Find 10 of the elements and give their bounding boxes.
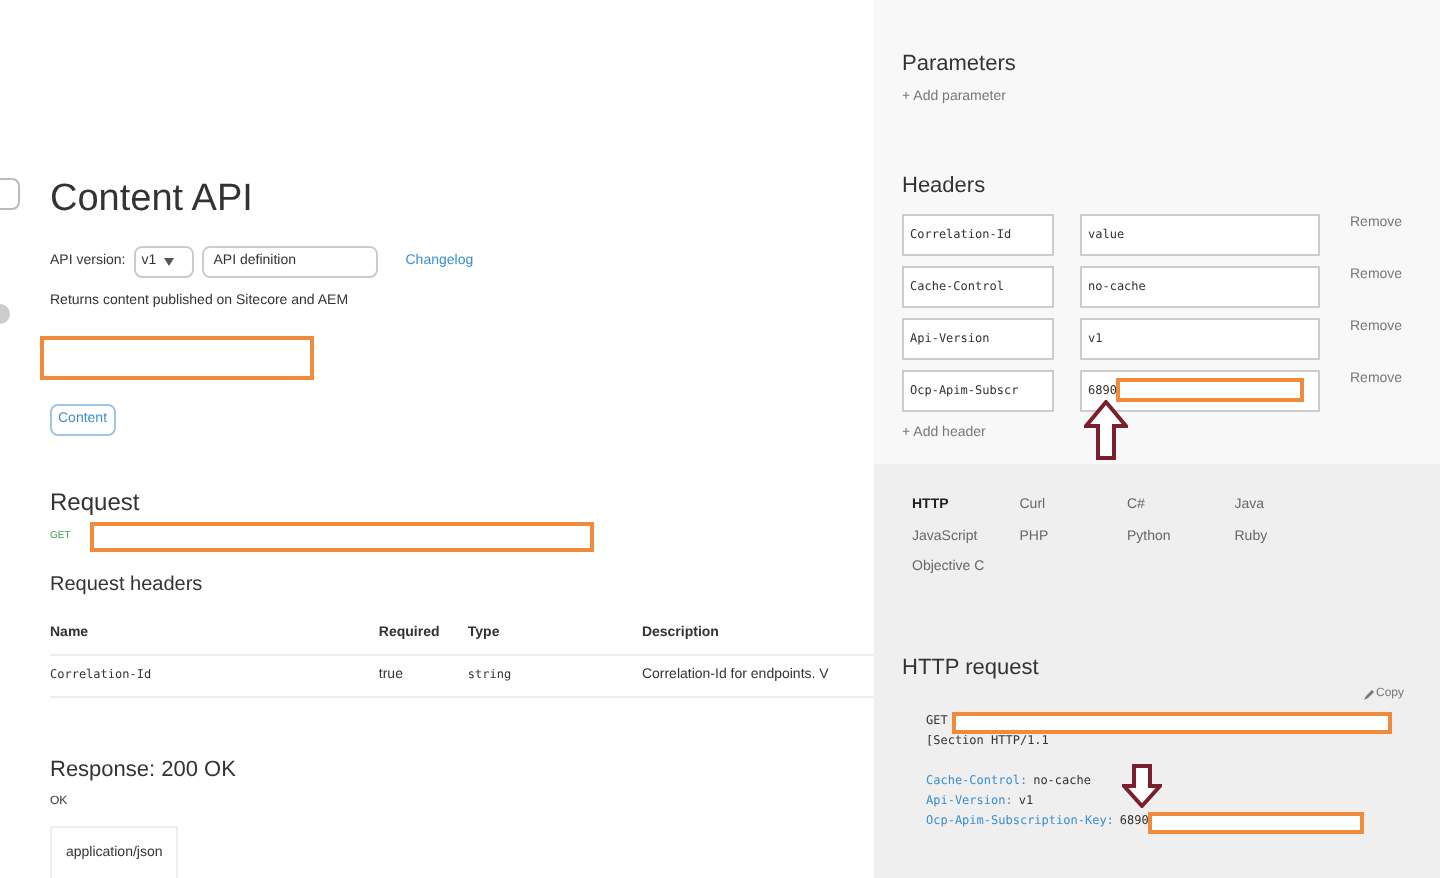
section-heading: Parameters — [902, 50, 1018, 80]
section-heading: Request — [50, 486, 142, 520]
pencil-icon — [1363, 690, 1374, 700]
section-heading: HTTP request — [902, 653, 1041, 683]
section-heading: Headers — [902, 172, 988, 202]
down-arrow-icon — [1122, 764, 1162, 808]
section-heading: Response: 200 OK — [50, 756, 238, 786]
section-heading: Request headers — [50, 572, 205, 600]
caret-icon — [164, 258, 175, 266]
page-title: Content API — [50, 176, 255, 224]
